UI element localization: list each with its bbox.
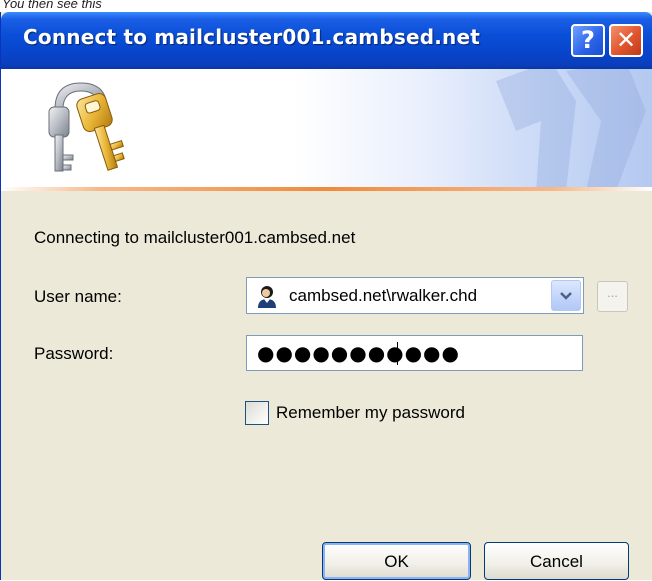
username-value: cambsed.net\rwalker.chd: [289, 286, 478, 305]
remember-password-label[interactable]: Remember my password: [276, 403, 465, 423]
close-button[interactable]: ✕: [609, 24, 643, 57]
keys-watermark-icon: [496, 69, 646, 187]
username-dropdown-button[interactable]: [551, 280, 581, 311]
dialog-title: Connect to mailcluster001.cambsed.net: [23, 25, 480, 49]
title-bar[interactable]: Connect to mailcluster001.cambsed.net ? …: [1, 12, 652, 69]
username-combobox[interactable]: cambsed.net\rwalker.chd: [246, 277, 584, 314]
user-account-icon: [258, 286, 276, 308]
browse-button[interactable]: ...: [597, 281, 628, 312]
help-button[interactable]: ?: [571, 24, 605, 57]
username-label: User name:: [34, 287, 122, 306]
ok-button[interactable]: OK: [322, 542, 471, 580]
password-input[interactable]: ●●●●●●●●●●●: [246, 335, 583, 371]
password-label: Password:: [34, 344, 114, 363]
connecting-text: Connecting to mailcluster001.cambsed.net: [34, 228, 356, 247]
banner-divider: [1, 187, 652, 191]
text-caret: [397, 342, 398, 365]
password-masked-value: ●●●●●●●●●●●: [257, 341, 460, 365]
page-caption: You then see this: [2, 0, 102, 11]
cancel-button[interactable]: Cancel: [484, 542, 629, 580]
remember-password-checkbox[interactable]: [245, 401, 269, 425]
chevron-down-icon: [560, 292, 572, 300]
keys-icon: [48, 82, 125, 172]
header-banner: [1, 69, 652, 187]
